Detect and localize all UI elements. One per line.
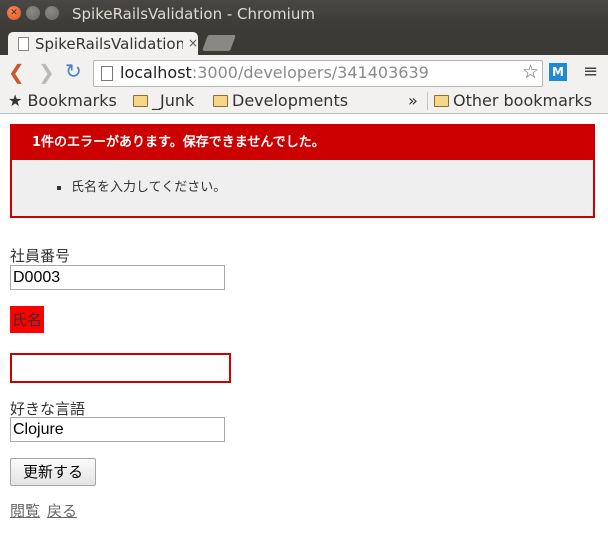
update-button[interactable]: 更新する — [10, 458, 96, 486]
star-icon: ★ — [8, 91, 28, 110]
tab-title: SpikeRailsValidation — [35, 35, 183, 53]
bookmark-label: Developments — [232, 91, 349, 110]
url-text: localhost:3000/developers/341403639 — [120, 63, 429, 82]
tab-strip: SpikeRailsValidation × — [0, 28, 608, 55]
error-list: 氏名を入力してください。 — [12, 160, 593, 195]
page-content: 1件のエラーがあります。保存できませんでした。 氏名を入力してください。 社員番… — [0, 114, 608, 541]
error-message: 氏名を入力してください。 — [71, 176, 593, 195]
url-path: :3000/developers/341403639 — [191, 63, 429, 82]
bookmark-folder-developments[interactable]: Developments — [213, 91, 353, 110]
folder-icon — [434, 95, 449, 107]
language-label: 好きな言語 — [10, 400, 86, 418]
bookmark-label: _Junk — [152, 91, 195, 110]
menu-icon[interactable]: ≡ — [583, 61, 598, 82]
folder-icon — [213, 95, 228, 107]
page-icon — [18, 37, 29, 51]
error-explanation: 1件のエラーがあります。保存できませんでした。 氏名を入力してください。 — [10, 124, 595, 218]
bookmark-folder-other[interactable]: Other bookmarks — [434, 91, 592, 110]
bookmarks-button[interactable]: ★ Bookmarks — [8, 91, 117, 110]
bookmarks-separator — [427, 92, 428, 110]
error-heading: 1件のエラーがあります。保存できませんでした。 — [12, 126, 593, 160]
maximize-icon[interactable] — [45, 6, 59, 20]
forward-icon[interactable]: ❯ — [38, 60, 55, 84]
page-icon — [101, 66, 113, 81]
star-icon[interactable]: ☆ — [522, 61, 539, 83]
browser-tab[interactable]: SpikeRailsValidation × — [8, 32, 198, 55]
window-title: SpikeRailsValidation - Chromium — [72, 5, 315, 23]
back-icon[interactable]: ❮ — [8, 60, 25, 84]
tab-close-icon[interactable]: × — [188, 36, 198, 50]
new-tab-button[interactable] — [202, 35, 236, 51]
employee-no-input[interactable]: D0003 — [10, 265, 225, 290]
close-icon[interactable]: ✕ — [7, 6, 21, 20]
url-host: localhost — [120, 63, 192, 82]
reload-icon[interactable]: ↻ — [65, 59, 82, 83]
address-bar[interactable]: localhost:3000/developers/341403639 ☆ — [93, 60, 543, 87]
bookmarks-bar: ★ Bookmarks _Junk Developments » Other b… — [0, 89, 608, 114]
name-input[interactable] — [10, 353, 231, 383]
show-link[interactable]: 閲覧 — [10, 500, 40, 521]
language-input[interactable]: Clojure — [10, 417, 225, 442]
folder-icon — [133, 95, 148, 107]
back-link[interactable]: 戻る — [47, 500, 77, 521]
bookmark-label: Other bookmarks — [453, 91, 593, 110]
name-label: 氏名 — [10, 306, 45, 333]
browser-toolbar: ❮ ❯ ↻ localhost:3000/developers/34140363… — [0, 55, 608, 89]
bookmark-folder-junk[interactable]: _Junk — [133, 91, 194, 110]
minimize-icon[interactable] — [26, 6, 40, 20]
window-titlebar: ✕ SpikeRailsValidation - Chromium — [0, 0, 608, 28]
employee-no-label: 社員番号 — [10, 247, 71, 265]
bookmarks-overflow-button[interactable]: » — [408, 91, 418, 110]
extension-icon[interactable]: M — [549, 63, 567, 81]
bookmarks-label: Bookmarks — [27, 91, 117, 110]
